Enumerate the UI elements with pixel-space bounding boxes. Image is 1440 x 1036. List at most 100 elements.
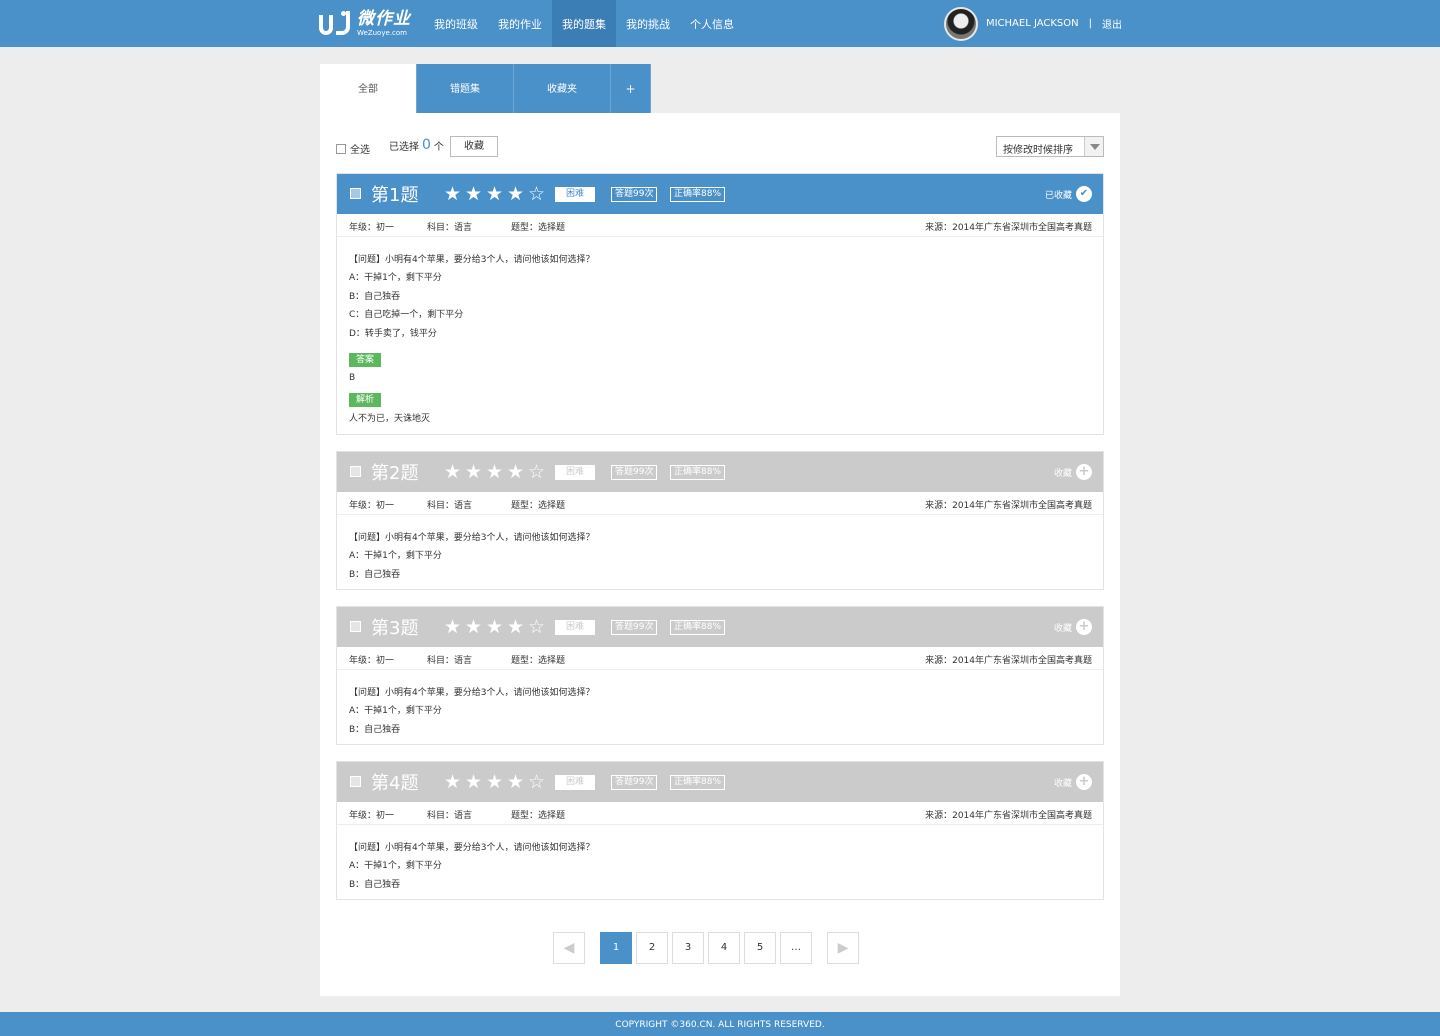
question-text: 【问题】小明有4个苹果，要分给3个人，请问他该如何选择？ — [349, 688, 595, 698]
tab-all[interactable]: 全部 — [320, 64, 417, 113]
accuracy-badge: 正确率88% — [670, 465, 726, 480]
accuracy-badge: 正确率88% — [670, 620, 726, 635]
grade: 年级：初一 — [349, 656, 395, 666]
star-filled-icon: ★ — [444, 771, 462, 793]
difficulty-badge: 困难 — [555, 465, 595, 480]
grade: 年级：初一 — [349, 223, 395, 233]
prev-page-icon[interactable]: ◀ — [553, 932, 585, 964]
selected-prefix: 已选择 — [389, 141, 419, 153]
star-filled-icon: ★ — [465, 771, 483, 793]
difficulty-badge: 困难 — [555, 620, 595, 635]
plus-icon: + — [1076, 619, 1092, 635]
collect-label: 收藏 — [1053, 778, 1072, 789]
select-all[interactable]: 全选 — [336, 141, 370, 156]
chevron-down-icon[interactable] — [1084, 137, 1103, 156]
subject: 科目：语言 — [427, 656, 473, 666]
selected-number: 0 — [422, 137, 431, 153]
collect-toggle[interactable]: 收藏 + — [1054, 774, 1092, 790]
tab-add[interactable]: + — [611, 64, 651, 113]
question-header: 第3题 ★ ★ ★ ★ ☆ 困难 答题99次 正确率88% 收藏 + — [337, 607, 1103, 647]
question-card-4: 第4题 ★ ★ ★ ★ ☆ 困难 答题99次 正确率88% 收藏 + 年级：初一 科目：… — [336, 761, 1104, 900]
toolbar: 全选 已选择 0 个 收藏 按修改时候排序 — [336, 136, 1104, 158]
answer-value: B — [349, 373, 356, 384]
star-filled-icon: ★ — [465, 616, 483, 638]
source: 来源：2014年广东省深圳市全国高考真题 — [925, 501, 1092, 511]
subject: 科目：语言 — [427, 501, 473, 511]
tab-mistakes[interactable]: 错题集 — [417, 64, 514, 113]
analysis-badge: 解析 — [349, 393, 382, 408]
answer-count-badge: 答题99次 — [611, 775, 658, 790]
difficulty-stars: ★ ★ ★ ★ ☆ — [444, 772, 549, 792]
check-icon: ✔ — [1076, 186, 1092, 202]
option-b: B：自己独吞 — [349, 291, 401, 302]
avatar[interactable] — [943, 6, 978, 41]
question-meta: 年级：初一 科目：语言 题型：选择题 来源：2014年广东省深圳市全国高考真题 — [337, 802, 1103, 825]
difficulty-stars: ★ ★ ★ ★ ☆ — [444, 617, 549, 637]
plus-icon: + — [1076, 774, 1092, 790]
collect-toggle[interactable]: 收藏 + — [1054, 619, 1092, 635]
star-filled-icon: ★ — [507, 183, 525, 205]
question-body: 【问题】小明有4个苹果，要分给3个人，请问他该如何选择？ A：干掉1个，剩下平分… — [337, 515, 1103, 592]
answer-badge: 答案 — [349, 353, 382, 368]
user-name[interactable]: MICHAEL JACKSON — [986, 18, 1079, 29]
page-1[interactable]: 1 — [600, 932, 632, 964]
question-number: 第1题 — [371, 185, 419, 206]
nav-item-my-challenges[interactable]: 我的挑战 — [616, 0, 680, 47]
nav-item-my-homework[interactable]: 我的作业 — [488, 0, 552, 47]
collect-button[interactable]: 收藏 — [450, 136, 498, 157]
star-empty-icon: ☆ — [528, 461, 546, 483]
star-filled-icon: ★ — [507, 616, 525, 638]
question-card-2: 第2题 ★ ★ ★ ★ ☆ 困难 答题99次 正确率88% 收藏 + 年级：初一 科目：… — [336, 451, 1104, 590]
subject: 科目：语言 — [427, 811, 473, 821]
tab-favorites[interactable]: 收藏夹 — [514, 64, 611, 113]
question-checkbox[interactable] — [350, 466, 361, 477]
logo-domain: WeZuoye.com — [357, 29, 407, 37]
collect-toggle[interactable]: 已收藏 ✔ — [1045, 186, 1092, 202]
page-2[interactable]: 2 — [636, 932, 668, 964]
page-3[interactable]: 3 — [672, 932, 704, 964]
page-ellipsis[interactable]: … — [780, 932, 812, 964]
question-meta: 年级：初一 科目：语言 题型：选择题 来源：2014年广东省深圳市全国高考真题 — [337, 647, 1103, 670]
star-filled-icon: ★ — [486, 461, 504, 483]
question-checkbox[interactable] — [350, 776, 361, 787]
source: 来源：2014年广东省深圳市全国高考真题 — [925, 811, 1092, 821]
page-4[interactable]: 4 — [708, 932, 740, 964]
grade: 年级：初一 — [349, 501, 395, 511]
plus-icon: + — [1076, 464, 1092, 480]
question-body: 【问题】小明有4个苹果，要分给3个人，请问他该如何选择？ A：干掉1个，剩下平分… — [337, 237, 1103, 436]
question-checkbox[interactable] — [350, 621, 361, 632]
user-separator: | — [1088, 18, 1092, 29]
option-a: A：干掉1个，剩下平分 — [349, 706, 442, 717]
option-a: A：干掉1个，剩下平分 — [349, 861, 442, 872]
logout-link[interactable]: 退出 — [1102, 16, 1122, 31]
collect-label: 已收藏 — [1044, 190, 1072, 201]
source: 来源：2014年广东省深圳市全国高考真题 — [925, 656, 1092, 666]
collect-label: 收藏 — [1053, 623, 1072, 634]
difficulty-badge: 困难 — [555, 187, 595, 202]
collect-toggle[interactable]: 收藏 + — [1054, 464, 1092, 480]
option-d: D：转手卖了，钱平分 — [349, 328, 437, 339]
star-filled-icon: ★ — [465, 183, 483, 205]
question-type: 题型：选择题 — [511, 223, 566, 233]
nav-item-profile[interactable]: 个人信息 — [680, 0, 744, 47]
question-body: 【问题】小明有4个苹果，要分给3个人，请问他该如何选择？ A：干掉1个，剩下平分… — [337, 670, 1103, 747]
question-card-1: 第1题 ★ ★ ★ ★ ☆ 困难 答题99次 正确率88% 已收藏 ✔ 年级：初一 科目… — [336, 173, 1104, 435]
subject: 科目：语言 — [427, 223, 473, 233]
question-header: 第4题 ★ ★ ★ ★ ☆ 困难 答题99次 正确率88% 收藏 + — [337, 762, 1103, 802]
logo[interactable]: 微作业 WeZuoye.com — [319, 10, 411, 38]
sort-select[interactable]: 按修改时候排序 — [996, 136, 1104, 157]
question-body: 【问题】小明有4个苹果，要分给3个人，请问他该如何选择？ A：干掉1个，剩下平分… — [337, 825, 1103, 902]
question-checkbox[interactable] — [350, 188, 361, 199]
answer-count-badge: 答题99次 — [611, 187, 658, 202]
nav-item-my-question-sets[interactable]: 我的题集 — [552, 0, 616, 47]
select-all-checkbox[interactable] — [336, 143, 346, 154]
next-page-icon[interactable]: ▶ — [827, 932, 859, 964]
nav-item-my-class[interactable]: 我的班级 — [424, 0, 488, 47]
option-a: A：干掉1个，剩下平分 — [349, 273, 442, 284]
star-filled-icon: ★ — [507, 461, 525, 483]
page-5[interactable]: 5 — [744, 932, 776, 964]
option-b: B：自己独吞 — [349, 879, 401, 890]
star-empty-icon: ☆ — [528, 616, 546, 638]
select-all-label: 全选 — [350, 145, 370, 156]
logo-mark-icon — [319, 11, 353, 37]
